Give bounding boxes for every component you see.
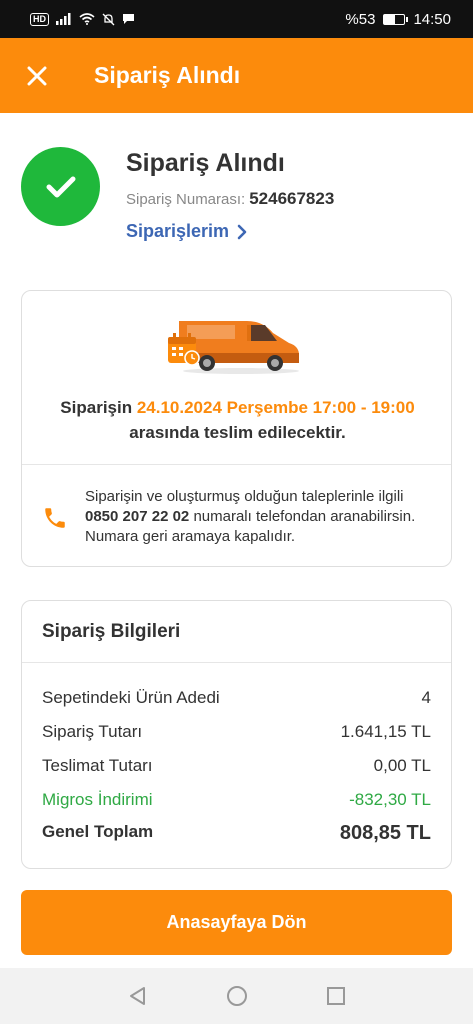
home-nav-button[interactable]	[225, 984, 249, 1008]
order-info-card: Sipariş Bilgileri Sepetindeki Ürün Adedi…	[21, 600, 452, 869]
hd-badge: HD	[30, 12, 49, 26]
header-title: Sipariş Alındı	[94, 62, 241, 88]
row-value: -832,30 TL	[349, 790, 431, 809]
row-label: Sepetindeki Ürün Adedi	[42, 688, 220, 707]
grand-total-row: Genel Toplam 808,85 TL	[42, 822, 431, 845]
delivery-card: Siparişin 24.10.2024 Perşembe 17:00 - 19…	[21, 290, 452, 567]
order-info-title: Sipariş Bilgileri	[42, 621, 181, 642]
close-icon	[27, 66, 47, 85]
go-home-button[interactable]: Anasayfaya Dön	[21, 890, 452, 955]
item-count-row: Sepetindeki Ürün Adedi 4	[42, 688, 431, 708]
battery-fill	[384, 14, 396, 24]
system-nav-bar	[0, 968, 473, 1024]
status-icons-left: HD	[30, 12, 135, 26]
discount-row: Migros İndirimi -832,30 TL	[42, 790, 431, 810]
order-amount-row: Sipariş Tutarı 1.641,15 TL	[42, 722, 431, 742]
delivery-time-text: Siparişin 24.10.2024 Perşembe 17:00 - 19…	[42, 395, 433, 445]
delivery-text-after: arasında teslim edilecektir.	[129, 423, 346, 442]
row-value: 1.641,15 TL	[340, 722, 431, 741]
recents-button[interactable]	[324, 984, 348, 1008]
recents-square-icon	[326, 987, 345, 1005]
row-value: 4	[421, 688, 431, 707]
row-label: Sipariş Tutarı	[42, 722, 143, 741]
chevron-right-icon	[237, 224, 247, 239]
delivery-card-divider	[22, 464, 451, 465]
back-button[interactable]	[126, 984, 150, 1008]
clock: 14:50	[413, 10, 451, 28]
delivery-van-calendar-icon	[168, 321, 299, 374]
back-triangle-icon	[129, 987, 145, 1005]
close-button[interactable]	[22, 61, 52, 91]
app-header: Sipariş Alındı	[0, 38, 473, 113]
my-orders-label: Siparişlerim	[126, 221, 230, 241]
mute-bell-icon	[102, 13, 115, 25]
order-number-line: Sipariş Numarası: 524667823	[126, 189, 334, 209]
status-icons-right: %53 14:50	[345, 11, 451, 28]
row-label: Teslimat Tutarı	[42, 756, 153, 775]
checkmark-icon	[46, 176, 75, 197]
phone-icon	[45, 508, 65, 528]
order-success-section: Sipariş Alındı Sipariş Numarası: 52466782…	[21, 147, 451, 247]
phone-number[interactable]: 0850 207 22 02	[85, 508, 189, 525]
delivery-time-window: 24.10.2024 Perşembe 17:00 - 19:00	[136, 398, 415, 417]
signal-icon	[56, 13, 71, 25]
main-content: Sipariş Alındı Sipariş Numarası: 52466782…	[0, 113, 473, 968]
row-label: Genel Toplam	[42, 822, 154, 841]
home-circle-icon	[226, 986, 247, 1006]
row-value: 808,85 TL	[339, 822, 431, 844]
row-value: 0,00 TL	[373, 756, 431, 775]
chat-icon	[123, 14, 134, 24]
success-check-badge	[21, 147, 100, 226]
wifi-icon	[79, 13, 95, 25]
status-bar: HD %53 14:50	[0, 0, 473, 38]
row-label: Migros İndirimi	[42, 790, 153, 809]
delivery-fee-row: Teslimat Tutarı 0,00 TL	[42, 756, 431, 776]
contact-info-text: Siparişin ve oluşturmuş olduğun talepler…	[85, 487, 435, 547]
order-number-label: Sipariş Numarası:	[126, 191, 246, 208]
battery-icon	[383, 13, 409, 25]
battery-percent: %53	[345, 10, 376, 28]
order-info-divider	[22, 662, 451, 663]
success-title: Sipariş Alındı	[126, 149, 285, 177]
my-orders-link[interactable]: Siparişlerim	[126, 221, 247, 242]
contact-text-before: Siparişin ve oluşturmuş olduğun talepler…	[85, 488, 404, 505]
delivery-text-before: Siparişin	[60, 398, 137, 417]
order-number: 524667823	[249, 189, 335, 208]
